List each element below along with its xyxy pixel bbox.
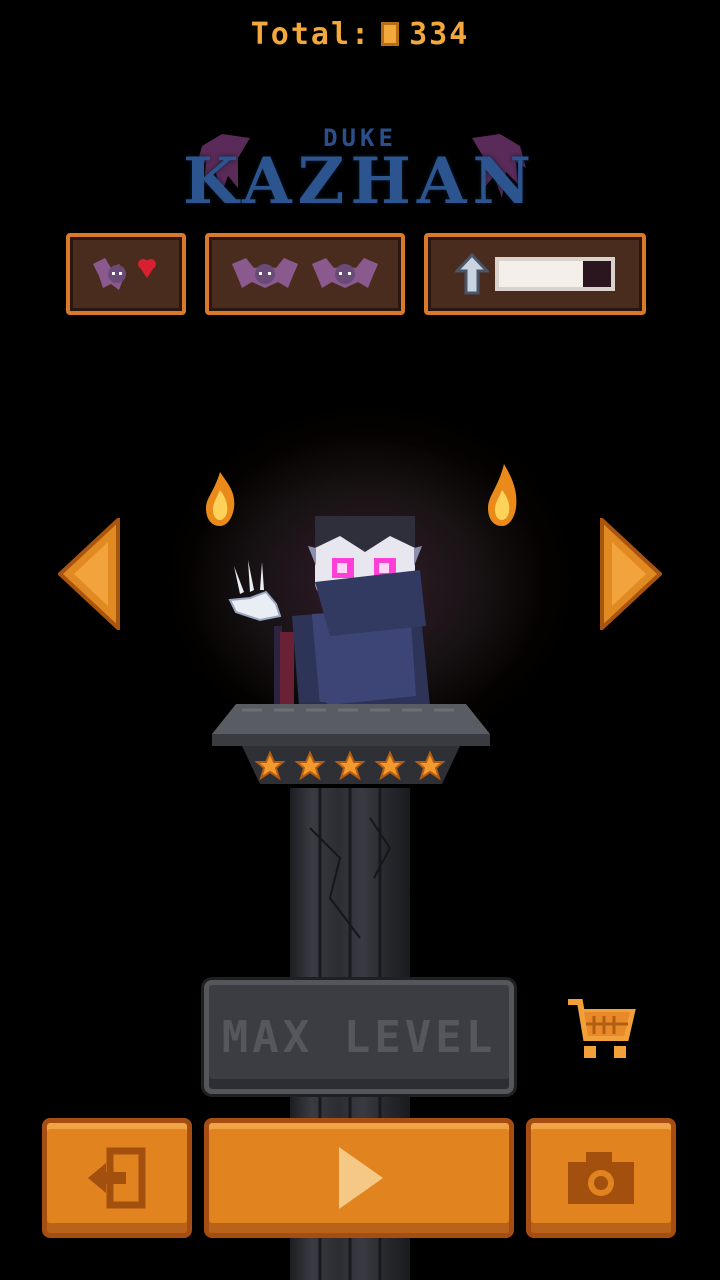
star-icon bbox=[415, 751, 445, 781]
total-value: 334 bbox=[409, 16, 470, 52]
camera-icon bbox=[568, 1152, 634, 1204]
total-coins: Total: 334 bbox=[0, 12, 720, 56]
star-icon bbox=[335, 751, 365, 781]
character-title: DUKE KAZHAN bbox=[0, 118, 720, 228]
coin-icon bbox=[381, 22, 400, 46]
total-label: Total: bbox=[250, 16, 372, 52]
bat-icon bbox=[232, 258, 298, 288]
exit-icon bbox=[88, 1147, 146, 1209]
title-name: KAZHAN bbox=[182, 144, 538, 219]
play-icon bbox=[339, 1147, 383, 1209]
vampire-character bbox=[228, 516, 430, 718]
bats-panel bbox=[205, 233, 405, 315]
upgrade-panel bbox=[424, 233, 646, 315]
shopping-cart-icon[interactable] bbox=[566, 996, 636, 1066]
bat-heart-icon bbox=[93, 258, 156, 290]
lives-panel bbox=[66, 233, 186, 315]
upgrade-progress-bar bbox=[495, 257, 615, 291]
torch-flame-icon bbox=[488, 464, 517, 526]
upgrade-progress-fill bbox=[499, 261, 583, 287]
max-level-button[interactable]: MAX LEVEL bbox=[204, 980, 514, 1094]
bat-icon bbox=[312, 258, 378, 288]
rating-stars bbox=[240, 748, 460, 784]
left-arrow-icon[interactable] bbox=[58, 518, 120, 630]
star-icon bbox=[255, 751, 285, 781]
right-arrow-icon[interactable] bbox=[600, 518, 662, 630]
star-icon bbox=[375, 751, 405, 781]
star-icon bbox=[295, 751, 325, 781]
up-arrow-icon bbox=[455, 253, 489, 295]
max-level-label: MAX LEVEL bbox=[221, 1011, 497, 1063]
exit-button[interactable] bbox=[42, 1118, 192, 1238]
play-button[interactable] bbox=[204, 1118, 514, 1238]
camera-button[interactable] bbox=[526, 1118, 676, 1238]
